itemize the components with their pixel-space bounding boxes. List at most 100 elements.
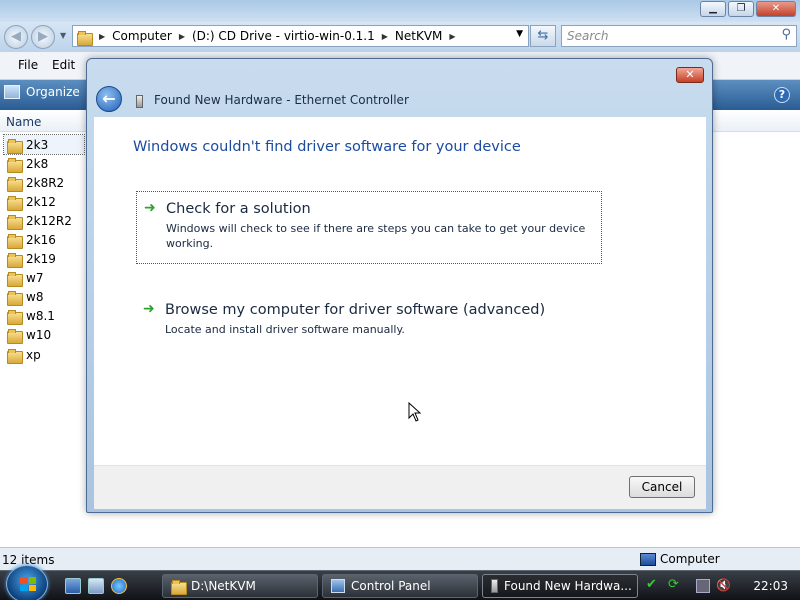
cancel-button[interactable]: Cancel [629, 476, 695, 498]
switch-windows-icon[interactable] [88, 578, 104, 594]
list-item[interactable]: w7 [4, 269, 84, 288]
task-control-panel[interactable]: Control Panel [322, 574, 478, 598]
computer-icon [640, 552, 656, 566]
update-icon[interactable]: ⟳ [668, 577, 682, 592]
search-input[interactable]: Search ⚲ [561, 25, 797, 47]
internet-explorer-icon[interactable] [111, 578, 127, 594]
start-button[interactable] [6, 565, 48, 600]
breadcrumb-netkvm[interactable]: NetKVM [395, 29, 443, 43]
item-label: 2k19 [26, 252, 56, 267]
item-label: w8.1 [26, 309, 55, 324]
list-item[interactable]: 2k12 [4, 192, 84, 211]
device-icon [491, 579, 498, 593]
task-found-new-hardware[interactable]: Found New Hardwa... [482, 574, 638, 598]
dialog-header: ← Found New Hardware - Ethernet Controll… [87, 83, 712, 117]
navigation-bar: ◀ ▶ ▼ ▶ Computer ▶ (D:) CD Drive - virti… [0, 22, 800, 52]
folder-icon [7, 157, 23, 173]
menu-file[interactable]: File [18, 58, 38, 72]
status-bar: 12 items Computer [0, 547, 800, 570]
security-icon[interactable]: ✔ [646, 577, 660, 592]
item-label: 2k8R2 [26, 175, 65, 190]
task-label: Found New Hardwa... [504, 579, 632, 593]
task-label: Control Panel [351, 579, 431, 593]
organize-button[interactable]: Organize [4, 85, 80, 99]
list-item[interactable]: 2k16 [4, 230, 84, 250]
list-item[interactable]: 2k3 [3, 133, 85, 156]
green-arrow-icon: ➜ [143, 301, 155, 317]
control-panel-icon [331, 579, 345, 593]
folder-icon [7, 138, 23, 154]
folder-icon [7, 290, 23, 307]
recent-pages-icon[interactable]: ▼ [60, 31, 66, 40]
option-title: Browse my computer for driver software (… [165, 302, 546, 318]
folder-icon [7, 271, 23, 288]
minimize-button[interactable]: ▁ [700, 1, 726, 17]
file-list: 2k3 2k8 2k8R2 2k12 2k12R2 2k16 2k19 w7 w… [3, 133, 85, 364]
column-header-label: Name [6, 115, 42, 129]
organize-icon [4, 85, 20, 99]
item-label: 2k8 [26, 156, 49, 171]
task-label: D:\NetKVM [191, 579, 256, 593]
status-location: Computer [640, 552, 720, 566]
clock[interactable]: 22:03 [753, 579, 788, 593]
item-label: w10 [26, 328, 52, 343]
folder-icon [7, 348, 23, 364]
chevron-right-icon: ▶ [99, 31, 106, 41]
show-desktop-icon[interactable] [65, 578, 81, 594]
chevron-down-icon[interactable]: ▼ [516, 29, 523, 39]
mouse-cursor-icon [408, 402, 422, 422]
item-label: 2k12 [26, 194, 56, 209]
dialog-content: Windows couldn't find driver software fo… [94, 117, 706, 465]
found-new-hardware-dialog: ✕ ← Found New Hardware - Ethernet Contro… [86, 58, 713, 513]
folder-icon [7, 233, 23, 250]
dialog-close-button[interactable]: ✕ [676, 67, 704, 83]
volume-muted-icon[interactable]: 🔇 [716, 578, 731, 592]
list-item[interactable]: 2k12R2 [4, 211, 84, 230]
chevron-right-icon: ▶ [381, 31, 388, 41]
help-icon[interactable]: ? [774, 87, 790, 103]
folder-icon [7, 309, 23, 326]
list-item[interactable]: w10 [4, 326, 84, 345]
item-label: w8 [26, 290, 44, 305]
breadcrumb-cd-drive[interactable]: (D:) CD Drive - virtio-win-0.1.1 [192, 29, 375, 43]
folder-icon [77, 30, 93, 46]
back-icon[interactable]: ◀ [4, 25, 28, 49]
menu-edit[interactable]: Edit [52, 58, 75, 72]
forward-icon[interactable]: ▶ [31, 25, 55, 49]
task-netkvm[interactable]: D:\NetKVM [162, 574, 318, 598]
list-item[interactable]: w8 [4, 288, 84, 307]
system-tray: ✔ ⟳ 🔇 22:03 [640, 571, 800, 600]
folder-icon [7, 252, 23, 269]
list-item[interactable]: xp [4, 345, 84, 364]
dialog-title: Found New Hardware - Ethernet Controller [154, 93, 409, 107]
folder-icon [7, 214, 23, 230]
back-arrow-icon[interactable]: ← [96, 86, 122, 112]
breadcrumb-computer[interactable]: Computer [112, 29, 172, 43]
list-item[interactable]: 2k8 [4, 154, 84, 173]
option-title: Check for a solution [166, 201, 311, 217]
list-item[interactable]: 2k8R2 [4, 173, 84, 192]
close-button[interactable]: ✕ [756, 1, 796, 17]
taskbar: D:\NetKVM Control Panel Found New Hardwa… [0, 565, 800, 600]
organize-label: Organize [26, 85, 80, 99]
search-icon[interactable]: ⚲ [781, 27, 791, 42]
maximize-button[interactable]: ❐ [728, 1, 754, 17]
explorer-titlebar: ▁ ❐ ✕ [0, 0, 800, 22]
dialog-heading: Windows couldn't find driver software fo… [133, 139, 521, 155]
window-controls: ▁ ❐ ✕ [700, 1, 796, 17]
list-item[interactable]: w8.1 [4, 307, 84, 326]
address-bar[interactable]: ▶ Computer ▶ (D:) CD Drive - virtio-win-… [72, 25, 529, 47]
network-icon[interactable] [696, 579, 710, 593]
check-for-solution-option[interactable]: ➜ Check for a solution Windows will chec… [136, 191, 602, 264]
item-label: w7 [26, 271, 44, 286]
option-description: Locate and install driver software manua… [165, 323, 405, 336]
refresh-button[interactable]: ⇆ [530, 25, 556, 47]
folder-icon [7, 195, 23, 211]
list-item[interactable]: 2k19 [4, 250, 84, 269]
browse-computer-option[interactable]: ➜ Browse my computer for driver software… [136, 293, 602, 343]
chevron-right-icon: ▶ [449, 31, 456, 41]
item-label: 2k16 [26, 233, 56, 248]
windows-logo-icon [20, 577, 36, 591]
folder-icon [7, 328, 23, 345]
item-label: xp [26, 347, 41, 362]
